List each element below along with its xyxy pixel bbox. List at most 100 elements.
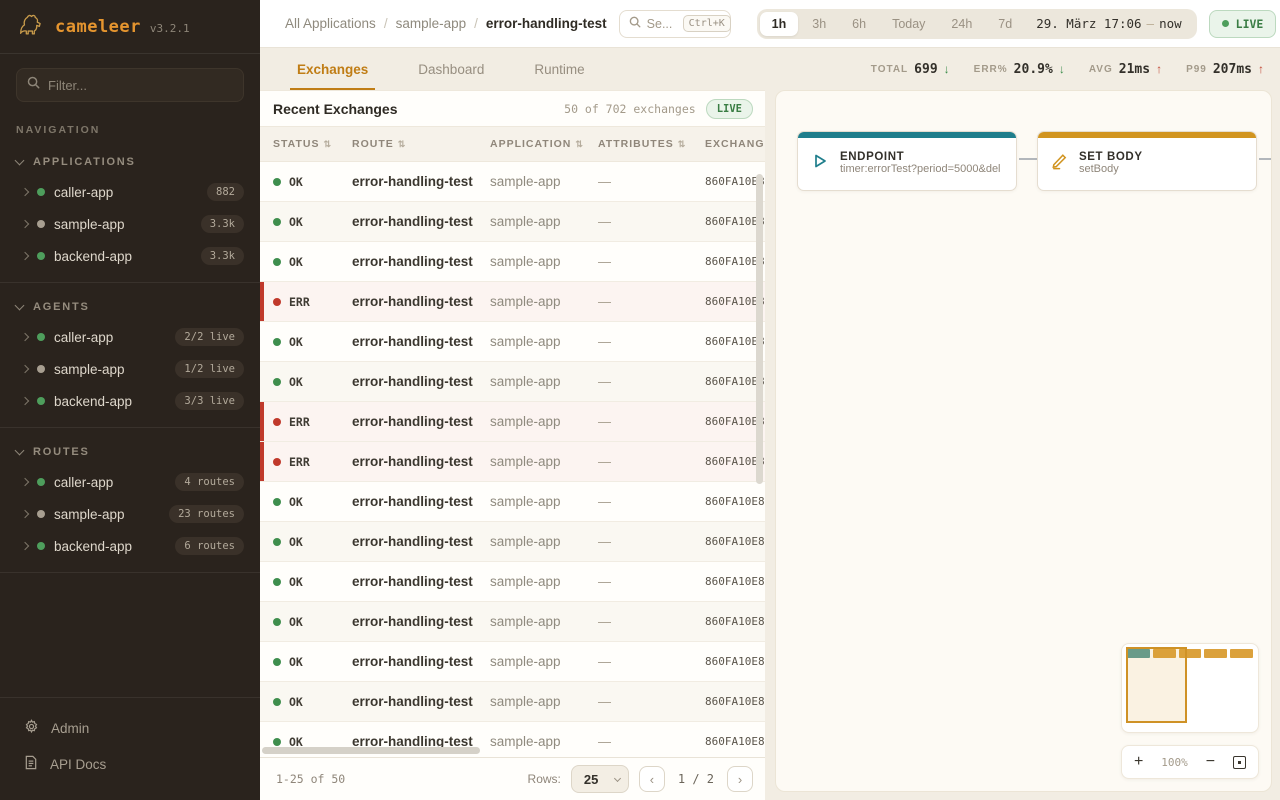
time-range-button[interactable]: 24h xyxy=(939,12,984,36)
attributes-cell: — xyxy=(598,694,705,709)
exchange-id-cell: 860FA10E8D xyxy=(705,495,765,508)
time-range-display[interactable]: 29. März 17:06—now xyxy=(1026,16,1193,31)
breadcrumb-app[interactable]: sample-app xyxy=(396,16,467,31)
exchange-id-cell: 860FA10E8D xyxy=(705,655,765,668)
column-header[interactable]: STATUS⇅ xyxy=(273,138,352,150)
chevron-right-icon[interactable] xyxy=(21,478,29,486)
time-range-button[interactable]: 1h xyxy=(760,12,799,36)
time-range-button[interactable]: 6h xyxy=(840,12,878,36)
status-cell: OK xyxy=(273,495,352,509)
metric: ERR% 20.9% ↓ xyxy=(974,62,1065,77)
tab[interactable]: Runtime xyxy=(509,48,609,90)
backend-app[interactable]: backend-app 6 routes xyxy=(0,530,260,562)
status-dot xyxy=(37,365,45,373)
tab[interactable]: Dashboard xyxy=(393,48,509,90)
flow-node-endpoint[interactable]: ENDPOINT timer:errorTest?period=5000&del… xyxy=(797,131,1017,191)
exchange-row[interactable]: OK error-handling-test sample-app — 860F… xyxy=(260,522,765,562)
rows-per-page-select[interactable]: 25 xyxy=(571,765,629,793)
exchange-row[interactable]: ERR error-handling-test sample-app — 860… xyxy=(260,442,765,482)
exchange-row[interactable]: OK error-handling-test sample-app — 860F… xyxy=(260,362,765,402)
attributes-cell: — xyxy=(598,614,705,629)
metrics-bar: TOTAL 699 ↓ ERR% 20.9% ↓ AVG 21ms ↑ P99 … xyxy=(871,48,1264,90)
chevron-right-icon[interactable] xyxy=(21,333,29,341)
exchange-row[interactable]: ERR error-handling-test sample-app — 860… xyxy=(260,402,765,442)
flow-minimap[interactable] xyxy=(1121,643,1259,733)
status-cell: OK xyxy=(273,335,352,349)
backend-app[interactable]: backend-app 3/3 live xyxy=(0,385,260,417)
exchange-row[interactable]: OK error-handling-test sample-app — 860F… xyxy=(260,562,765,602)
backend-app[interactable]: backend-app 3.3k xyxy=(0,240,260,272)
status-cell: OK xyxy=(273,255,352,269)
chevron-right-icon[interactable] xyxy=(21,542,29,550)
exchange-count: 50 of 702 exchanges xyxy=(564,102,696,116)
application-cell: sample-app xyxy=(490,374,598,389)
fit-view-button[interactable] xyxy=(1233,756,1246,769)
next-page-button[interactable]: › xyxy=(727,766,753,792)
application-cell: sample-app xyxy=(490,734,598,749)
column-header[interactable]: APPLICATION⇅ xyxy=(490,138,598,150)
live-count-badge: 3/3 live xyxy=(175,392,244,410)
caller-app[interactable]: caller-app 4 routes xyxy=(0,466,260,498)
section-header-routes[interactable]: ROUTES xyxy=(0,438,260,466)
live-toggle[interactable]: LIVE xyxy=(1209,10,1277,38)
column-header[interactable]: ATTRIBUTES⇅ xyxy=(598,138,705,150)
sidebar-item-admin[interactable]: Admin xyxy=(0,710,260,746)
time-range-button[interactable]: 7d xyxy=(986,12,1024,36)
route-cell: error-handling-test xyxy=(352,694,490,709)
previous-page-button[interactable]: ‹ xyxy=(639,766,665,792)
play-icon xyxy=(810,151,830,176)
horizontal-scrollbar[interactable] xyxy=(262,747,480,754)
attributes-cell: — xyxy=(598,254,705,269)
exchange-row[interactable]: OK error-handling-test sample-app — 860F… xyxy=(260,602,765,642)
flow-canvas-wrap: ENDPOINT timer:errorTest?period=5000&del… xyxy=(765,90,1280,800)
exchange-row[interactable]: OK error-handling-test sample-app — 860F… xyxy=(260,642,765,682)
global-search-input[interactable] xyxy=(647,17,677,31)
node-subtitle: setBody xyxy=(1079,163,1143,175)
exchange-row[interactable]: OK error-handling-test sample-app — 860F… xyxy=(260,482,765,522)
vertical-scrollbar[interactable] xyxy=(756,174,763,484)
caller-app[interactable]: caller-app 882 xyxy=(0,176,260,208)
time-range-button[interactable]: Today xyxy=(880,12,937,36)
exchange-row[interactable]: OK error-handling-test sample-app — 860F… xyxy=(260,162,765,202)
chevron-right-icon[interactable] xyxy=(21,510,29,518)
caller-app[interactable]: caller-app 2/2 live xyxy=(0,321,260,353)
exchange-row[interactable]: OK error-handling-test sample-app — 860F… xyxy=(260,242,765,282)
minimap-viewport[interactable] xyxy=(1126,647,1187,723)
sample-app[interactable]: sample-app 1/2 live xyxy=(0,353,260,385)
application-cell: sample-app xyxy=(490,334,598,349)
section-header-agents[interactable]: AGENTS xyxy=(0,293,260,321)
zoom-in-button[interactable]: + xyxy=(1134,754,1143,770)
sort-icon: ⇅ xyxy=(678,139,687,150)
tab[interactable]: Exchanges xyxy=(272,48,393,90)
chevron-right-icon[interactable] xyxy=(21,220,29,228)
time-range-button[interactable]: 3h xyxy=(800,12,838,36)
admin-label: Admin xyxy=(51,721,89,736)
app-version: v3.2.1 xyxy=(150,22,190,35)
flow-node-set-body[interactable]: SET BODY setBody xyxy=(1037,131,1257,191)
metric: TOTAL 699 ↓ xyxy=(871,62,950,77)
section-header-applications[interactable]: APPLICATIONS xyxy=(0,148,260,176)
exchange-row[interactable]: OK error-handling-test sample-app — 860F… xyxy=(260,682,765,722)
chevron-right-icon[interactable] xyxy=(21,365,29,373)
route-flow-canvas[interactable]: ENDPOINT timer:errorTest?period=5000&del… xyxy=(775,90,1272,792)
exchange-row[interactable]: OK error-handling-test sample-app — 860F… xyxy=(260,322,765,362)
sidebar-filter[interactable] xyxy=(16,68,244,102)
sample-app[interactable]: sample-app 23 routes xyxy=(0,498,260,530)
status-dot-icon xyxy=(273,378,281,386)
column-header[interactable]: ROUTE⇅ xyxy=(352,138,490,150)
application-cell: sample-app xyxy=(490,574,598,589)
column-header[interactable]: EXCHANGE⇅ xyxy=(705,138,765,150)
filter-input[interactable] xyxy=(48,78,233,93)
exchange-row[interactable]: ERR error-handling-test sample-app — 860… xyxy=(260,282,765,322)
status-dot-icon xyxy=(273,258,281,266)
sample-app[interactable]: sample-app 3.3k xyxy=(0,208,260,240)
chevron-right-icon[interactable] xyxy=(21,188,29,196)
global-search[interactable]: Ctrl+K xyxy=(619,10,731,38)
chevron-right-icon[interactable] xyxy=(21,252,29,260)
pencil-icon xyxy=(1050,151,1069,175)
breadcrumb-root[interactable]: All Applications xyxy=(285,16,376,31)
chevron-right-icon[interactable] xyxy=(21,397,29,405)
exchange-row[interactable]: OK error-handling-test sample-app — 860F… xyxy=(260,202,765,242)
zoom-out-button[interactable]: − xyxy=(1206,754,1215,770)
sidebar-item-api-docs[interactable]: API Docs xyxy=(0,746,260,782)
